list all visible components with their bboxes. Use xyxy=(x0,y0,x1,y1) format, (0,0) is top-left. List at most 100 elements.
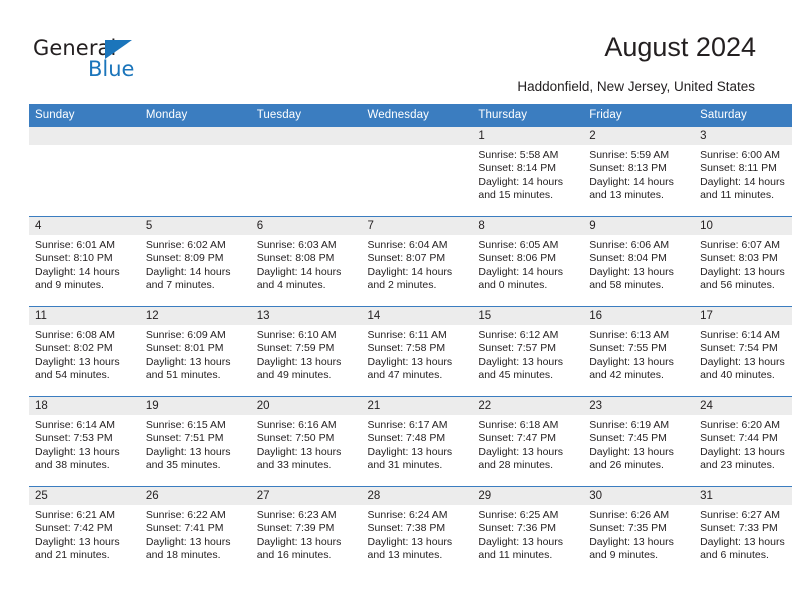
day-details: Sunrise: 6:21 AM Sunset: 7:42 PM Daylight:… xyxy=(29,505,140,562)
day-details: Sunrise: 6:14 AM Sunset: 7:54 PM Daylight:… xyxy=(694,325,792,382)
detail-sunrise: Sunrise: 6:10 AM xyxy=(256,329,337,341)
calendar-day-cell[interactable]: 11 Sunrise: 6:08 AM Sunset: 8:02 PM Dayligh… xyxy=(29,306,140,397)
calendar-table: Sunday Monday Tuesday Wednesday Thursday… xyxy=(29,104,792,576)
calendar-day-cell[interactable]: 15 Sunrise: 6:12 AM Sunset: 7:57 PM Dayligh… xyxy=(472,306,584,397)
calendar-day-cell[interactable]: 8 Sunrise: 6:05 AM Sunset: 8:06 PM Daylight… xyxy=(472,216,584,307)
day-cell-28: 28 Sunrise: 6:24 AM Sunset: 7:38 PM Dayligh… xyxy=(361,487,473,576)
day-number: 26 xyxy=(139,487,251,505)
detail-sunrise: Sunrise: 6:22 AM xyxy=(145,509,226,521)
calendar-day-cell[interactable]: 27 Sunrise: 6:23 AM Sunset: 7:39 PM Dayligh… xyxy=(250,486,362,576)
calendar-day-cell[interactable]: 9 Sunrise: 6:06 AM Sunset: 8:04 PM Daylight… xyxy=(583,216,695,307)
detail-sunset: Sunset: 7:35 PM xyxy=(589,522,667,535)
calendar-day-cell[interactable]: 13 Sunrise: 6:10 AM Sunset: 7:59 PM Dayligh… xyxy=(250,306,362,397)
day-cell-29: 29 Sunrise: 6:25 AM Sunset: 7:36 PM Dayligh… xyxy=(472,487,584,576)
calendar-day-cell[interactable]: 12 Sunrise: 6:09 AM Sunset: 8:01 PM Dayligh… xyxy=(139,306,251,397)
detail-daylight2: and 15 minutes. xyxy=(478,188,554,201)
detail-sunset: Sunset: 8:07 PM xyxy=(367,252,446,265)
day-number: 7 xyxy=(361,217,473,235)
calendar-day-cell[interactable]: 24 Sunrise: 6:20 AM Sunset: 7:44 PM Dayligh… xyxy=(694,396,792,487)
detail-sunrise: Sunrise: 6:07 AM xyxy=(700,239,781,251)
detail-daylight2: and 23 minutes. xyxy=(700,458,775,471)
detail-daylight1: Daylight: 14 hours xyxy=(256,265,342,278)
day-number: 19 xyxy=(139,397,251,415)
day-number: 10 xyxy=(694,217,792,235)
day-details: Sunrise: 6:11 AM Sunset: 7:58 PM Daylight:… xyxy=(362,325,473,382)
page-header: General Blue August 2024 Haddonfield, Ne… xyxy=(0,0,792,103)
detail-sunrise: Sunrise: 6:01 AM xyxy=(35,239,115,251)
calendar-day-cell[interactable] xyxy=(361,127,473,217)
calendar-day-cell[interactable]: 10 Sunrise: 6:07 AM Sunset: 8:03 PM Dayligh… xyxy=(694,216,792,307)
day-number xyxy=(361,127,473,145)
detail-daylight1: Daylight: 13 hours xyxy=(35,355,120,368)
calendar-day-cell[interactable]: 29 Sunrise: 6:25 AM Sunset: 7:36 PM Dayligh… xyxy=(472,486,584,576)
detail-sunrise: Sunrise: 5:58 AM xyxy=(478,149,559,161)
calendar-day-cell[interactable]: 18 Sunrise: 6:14 AM Sunset: 7:53 PM Dayligh… xyxy=(29,396,140,487)
detail-daylight2: and 31 minutes. xyxy=(367,458,443,471)
weekday-header-friday: Friday xyxy=(583,104,695,127)
calendar-day-cell[interactable]: 28 Sunrise: 6:24 AM Sunset: 7:38 PM Dayligh… xyxy=(361,486,473,576)
detail-daylight2: and 26 minutes. xyxy=(589,458,664,471)
calendar-day-cell[interactable]: 7 Sunrise: 6:04 AM Sunset: 8:07 PM Daylight… xyxy=(361,216,473,307)
detail-daylight1: Daylight: 13 hours xyxy=(589,265,674,278)
calendar-day-cell[interactable]: 31 Sunrise: 6:27 AM Sunset: 7:33 PM Dayligh… xyxy=(694,486,792,576)
day-details: Sunrise: 6:14 AM Sunset: 7:53 PM Daylight:… xyxy=(29,415,140,472)
calendar-day-cell[interactable]: 16 Sunrise: 6:13 AM Sunset: 7:55 PM Dayligh… xyxy=(583,306,695,397)
detail-daylight1: Daylight: 13 hours xyxy=(589,445,674,458)
day-number: 3 xyxy=(694,127,792,145)
day-cell-31: 31 Sunrise: 6:27 AM Sunset: 7:33 PM Dayligh… xyxy=(694,487,792,576)
day-number: 6 xyxy=(250,217,362,235)
detail-sunset: Sunset: 8:13 PM xyxy=(589,162,667,175)
day-cell-20: 20 Sunrise: 6:16 AM Sunset: 7:50 PM Dayligh… xyxy=(250,397,362,486)
day-number xyxy=(29,127,140,145)
calendar-day-cell[interactable]: 3 Sunrise: 6:00 AM Sunset: 8:11 PM Daylight… xyxy=(694,127,792,217)
calendar-day-cell[interactable]: 30 Sunrise: 6:26 AM Sunset: 7:35 PM Dayligh… xyxy=(583,486,695,576)
detail-daylight1: Daylight: 13 hours xyxy=(256,535,342,548)
calendar-day-cell[interactable]: 19 Sunrise: 6:15 AM Sunset: 7:51 PM Dayligh… xyxy=(139,396,251,487)
detail-sunset: Sunset: 7:33 PM xyxy=(700,522,778,535)
detail-daylight2: and 9 minutes. xyxy=(589,548,659,561)
detail-sunset: Sunset: 7:50 PM xyxy=(256,432,335,445)
calendar-day-cell[interactable]: 5 Sunrise: 6:02 AM Sunset: 8:09 PM Daylight… xyxy=(139,216,251,307)
calendar-day-cell[interactable]: 1 Sunrise: 5:58 AM Sunset: 8:14 PM Daylight… xyxy=(472,127,584,217)
detail-daylight1: Daylight: 13 hours xyxy=(700,265,785,278)
detail-daylight1: Daylight: 13 hours xyxy=(145,445,231,458)
day-number: 4 xyxy=(29,217,140,235)
detail-sunset: Sunset: 7:47 PM xyxy=(478,432,557,445)
detail-daylight1: Daylight: 13 hours xyxy=(589,355,674,368)
weekday-header-monday: Monday xyxy=(139,104,251,127)
calendar-day-cell[interactable]: 17 Sunrise: 6:14 AM Sunset: 7:54 PM Dayligh… xyxy=(694,306,792,397)
calendar-day-cell[interactable]: 20 Sunrise: 6:16 AM Sunset: 7:50 PM Dayligh… xyxy=(250,396,362,487)
calendar-day-cell[interactable]: 26 Sunrise: 6:22 AM Sunset: 7:41 PM Dayligh… xyxy=(139,486,251,576)
calendar-day-cell[interactable]: 2 Sunrise: 5:59 AM Sunset: 8:13 PM Daylight… xyxy=(583,127,695,217)
day-number: 25 xyxy=(29,487,140,505)
day-details: Sunrise: 6:04 AM Sunset: 8:07 PM Daylight:… xyxy=(362,235,473,292)
detail-daylight2: and 38 minutes. xyxy=(35,458,110,471)
detail-sunset: Sunset: 8:04 PM xyxy=(589,252,667,265)
day-cell-30: 30 Sunrise: 6:26 AM Sunset: 7:35 PM Dayligh… xyxy=(583,487,695,576)
calendar-day-cell[interactable]: 21 Sunrise: 6:17 AM Sunset: 7:48 PM Dayligh… xyxy=(361,396,473,487)
detail-sunset: Sunset: 7:44 PM xyxy=(700,432,778,445)
detail-sunrise: Sunrise: 6:27 AM xyxy=(700,509,781,521)
detail-sunset: Sunset: 7:58 PM xyxy=(367,342,446,355)
generalblue-logo[interactable]: General Blue xyxy=(33,36,213,86)
detail-sunrise: Sunrise: 6:23 AM xyxy=(256,509,337,521)
detail-daylight2: and 13 minutes. xyxy=(589,188,664,201)
detail-sunset: Sunset: 7:39 PM xyxy=(256,522,335,535)
detail-daylight2: and 9 minutes. xyxy=(35,278,104,291)
calendar-day-cell[interactable]: 25 Sunrise: 6:21 AM Sunset: 7:42 PM Dayligh… xyxy=(29,486,140,576)
calendar-day-cell[interactable]: 23 Sunrise: 6:19 AM Sunset: 7:45 PM Dayligh… xyxy=(583,396,695,487)
calendar-day-cell[interactable]: 14 Sunrise: 6:11 AM Sunset: 7:58 PM Dayligh… xyxy=(361,306,473,397)
detail-daylight1: Daylight: 13 hours xyxy=(35,445,120,458)
calendar-day-cell[interactable]: 4 Sunrise: 6:01 AM Sunset: 8:10 PM Daylight… xyxy=(29,216,140,307)
calendar-day-cell[interactable] xyxy=(29,127,140,217)
day-number: 15 xyxy=(472,307,584,325)
day-number: 31 xyxy=(694,487,792,505)
calendar-day-cell[interactable]: 6 Sunrise: 6:03 AM Sunset: 8:08 PM Daylight… xyxy=(250,216,362,307)
detail-sunrise: Sunrise: 6:15 AM xyxy=(145,419,226,431)
day-details: Sunrise: 6:09 AM Sunset: 8:01 PM Daylight:… xyxy=(140,325,251,382)
calendar-week-row: 11 Sunrise: 6:08 AM Sunset: 8:02 PM Dayligh… xyxy=(29,306,792,397)
calendar-day-cell[interactable] xyxy=(250,127,362,217)
calendar-day-cell[interactable] xyxy=(139,127,251,217)
calendar-day-cell[interactable]: 22 Sunrise: 6:18 AM Sunset: 7:47 PM Dayligh… xyxy=(472,396,584,487)
detail-daylight1: Daylight: 14 hours xyxy=(589,175,674,188)
